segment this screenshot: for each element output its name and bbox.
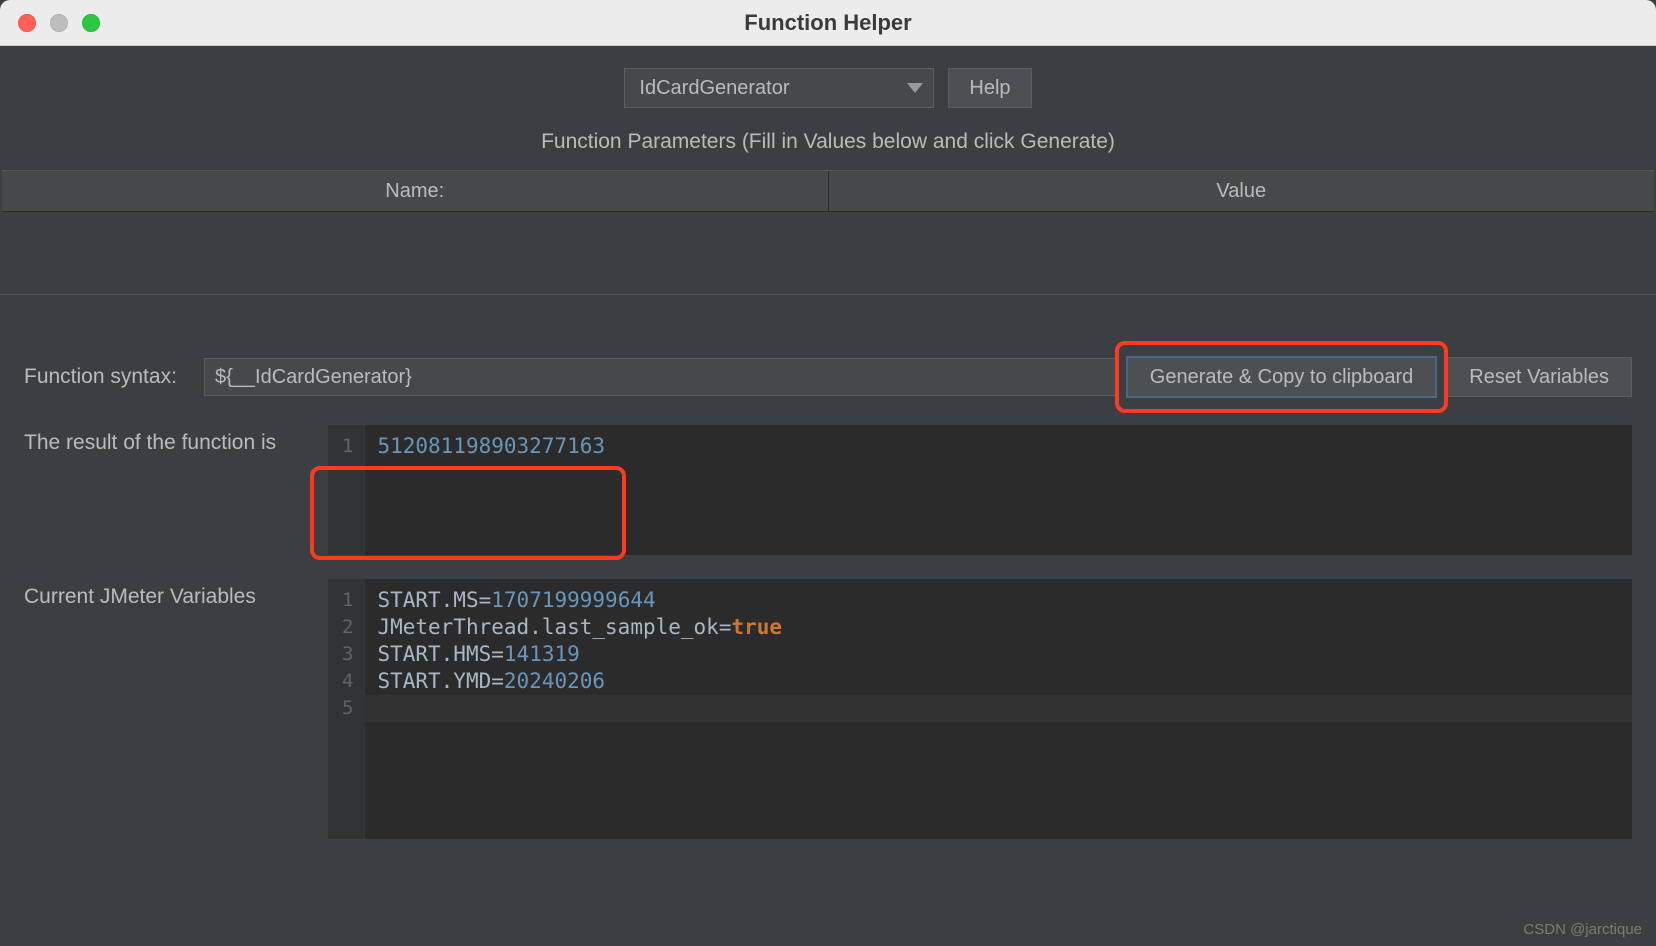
chevron-down-icon: [907, 83, 923, 93]
variables-line: START.MS=1707199999644: [377, 587, 1620, 614]
variables-label: Current JMeter Variables: [24, 579, 314, 839]
variables-line: [365, 695, 1632, 722]
result-line: 512081198903277163: [377, 433, 1620, 460]
zoom-icon[interactable]: [82, 14, 100, 32]
variables-lines: START.MS=1707199999644JMeterThread.last_…: [365, 579, 1632, 839]
parameters-table-header: Name: Value: [2, 170, 1654, 212]
dialog-content: IdCardGenerator Help Function Parameters…: [0, 46, 1656, 946]
function-syntax-field[interactable]: [204, 358, 1117, 396]
function-select-value: IdCardGenerator: [639, 77, 789, 100]
variables-line: START.YMD=20240206: [377, 668, 1620, 695]
generate-button-wrap: Generate & Copy to clipboard: [1127, 357, 1437, 397]
variables-line: JMeterThread.last_sample_ok=true: [377, 614, 1620, 641]
variables-gutter: 12345: [328, 579, 365, 839]
result-block: The result of the function is 1 51208119…: [24, 425, 1632, 555]
window-title: Function Helper: [0, 10, 1656, 36]
reset-variables-button[interactable]: Reset Variables: [1446, 357, 1632, 397]
result-label: The result of the function is: [24, 425, 314, 555]
result-gutter: 1: [328, 425, 365, 555]
parameters-table-body[interactable]: [0, 212, 1656, 288]
help-button[interactable]: Help: [948, 68, 1031, 108]
parameters-col-value: Value: [829, 171, 1655, 211]
syntax-section: Function syntax: Generate & Copy to clip…: [0, 294, 1656, 839]
parameters-section-label: Function Parameters (Fill in Values belo…: [0, 130, 1656, 170]
variables-line: START.HMS=141319: [377, 641, 1620, 668]
generate-copy-label: Generate & Copy to clipboard: [1150, 366, 1414, 389]
titlebar: Function Helper: [0, 0, 1656, 46]
help-button-label: Help: [969, 77, 1010, 100]
variables-editor[interactable]: 12345 START.MS=1707199999644JMeterThread…: [328, 579, 1632, 839]
result-lines: 512081198903277163: [365, 425, 1632, 555]
top-controls: IdCardGenerator Help: [0, 46, 1656, 130]
minimize-icon[interactable]: [50, 14, 68, 32]
reset-variables-label: Reset Variables: [1469, 366, 1609, 389]
function-syntax-label: Function syntax:: [24, 365, 194, 389]
parameters-col-name: Name:: [2, 171, 829, 211]
watermark: CSDN @jarctique: [1523, 921, 1642, 938]
function-select[interactable]: IdCardGenerator: [624, 68, 934, 108]
window-controls: [18, 14, 100, 32]
variables-block: Current JMeter Variables 12345 START.MS=…: [24, 579, 1632, 839]
syntax-row: Function syntax: Generate & Copy to clip…: [24, 357, 1632, 397]
close-icon[interactable]: [18, 14, 36, 32]
generate-copy-button[interactable]: Generate & Copy to clipboard: [1127, 357, 1437, 397]
result-editor[interactable]: 1 512081198903277163: [328, 425, 1632, 555]
